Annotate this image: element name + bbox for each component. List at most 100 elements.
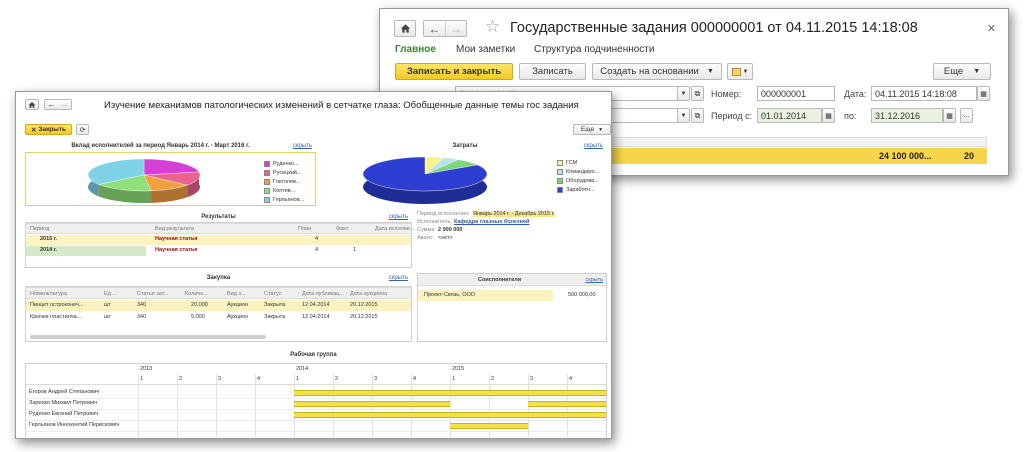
create-based-label: Создать на основании (600, 66, 699, 77)
contribution-pie-chart (87, 158, 201, 203)
second-field[interactable] (606, 108, 678, 123)
gantt-quarter: 2 (179, 376, 183, 382)
legend-swatch (557, 169, 563, 175)
save-close-button[interactable]: Записать и закрыть (395, 63, 513, 80)
back-arrow-icon[interactable]: ← (424, 22, 445, 36)
result-type: Научная статья (155, 236, 198, 242)
purchases-col-0: Номенклатура (30, 291, 67, 297)
purchases-col-7: Дата аукциона (350, 291, 388, 297)
info-executor-link[interactable]: Кафедра глазных болезней (454, 219, 529, 225)
close-icon[interactable]: ✕ (987, 22, 996, 35)
window-title: Государственные задания 000000001 от 04.… (510, 20, 918, 36)
purchases-panel: Закупка скрыть (25, 273, 412, 287)
info-executor-label: Исполнитель: (417, 219, 452, 225)
contribution-hide-link[interactable]: скрыть (293, 143, 312, 149)
refresh-button[interactable]: ⟳ (76, 124, 89, 135)
close-label: Закрыть (38, 126, 67, 133)
results-header: Период Вид результата План Факт Дата исп… (26, 223, 414, 234)
save-button[interactable]: Записать (519, 63, 586, 80)
close-x-icon: ✕ (30, 126, 37, 134)
home-button[interactable] (394, 20, 416, 37)
table-row[interactable]: Проект-Связь, ООО 500 000,00 (418, 290, 606, 301)
results-col-period: Период (30, 226, 50, 232)
legend-item: Русецкий... (273, 170, 302, 176)
more-button[interactable]: Еще ▼ (933, 63, 991, 80)
gantt-bar[interactable] (294, 412, 606, 418)
coexecutor-amount: 500 000,00 (568, 292, 596, 298)
print-menu-button[interactable]: ▼ (727, 63, 753, 80)
gantt-quarter: 4 (569, 376, 573, 382)
tab-main[interactable]: Главное (395, 44, 436, 55)
more-label: Еще (580, 126, 595, 133)
gantt-quarter: 4 (257, 376, 261, 382)
legend-item: Оборудова... (566, 178, 599, 184)
calendar-icon-to[interactable]: ▦ (943, 108, 956, 123)
ellipsis-button[interactable]: ... (960, 108, 973, 123)
gantt-year: 2014 (296, 366, 309, 372)
forward-arrow-icon[interactable]: → (58, 100, 71, 109)
purchases-col-3: Количе... (185, 291, 208, 297)
gantt-bar[interactable] (294, 390, 606, 396)
info-sum-label: Сумма: (417, 227, 436, 233)
table-row[interactable]: 2014 г. Научная статья 4 1 (26, 246, 411, 256)
expenses-chart-frame: ГСМ Командиро... Оборудова... Заработн... (323, 152, 607, 206)
legend-swatch (264, 197, 270, 203)
chevron-down-icon: ▼ (706, 68, 714, 75)
date-field[interactable]: 04.11.2015 14:18:08 (871, 86, 977, 101)
gantt-bar[interactable] (294, 401, 450, 407)
tab-structure[interactable]: Структура подчиненности (534, 44, 654, 55)
gantt-row-line (26, 431, 606, 432)
open-link-icon[interactable]: ⧉ (691, 86, 704, 101)
legend-item: ГСМ (566, 160, 578, 166)
legend-swatch (264, 179, 270, 185)
gantt-quarter: 3 (530, 376, 534, 382)
contribution-chart-frame: Руденко... Русецкий... Глеголев... Коптев..… (25, 152, 316, 206)
favorite-star-icon[interactable]: ☆ (485, 17, 500, 37)
create-based-button[interactable]: Создать на основании ▼ (592, 63, 722, 80)
legend-item: Коптев... (273, 188, 296, 194)
purchase-cell-3: 20,000 (191, 302, 208, 308)
purchases-hide-link[interactable]: скрыть (389, 275, 408, 281)
period-to-label: по: (844, 111, 857, 121)
contribution-legend: Руденко... Русецкий... Глеголев... Коптев..… (264, 161, 316, 205)
dropdown-icon-2[interactable]: ▼ (677, 108, 690, 123)
table-row[interactable]: Пинцет остроконеч... шт 340 20,000 Аукцион За… (26, 300, 411, 311)
forward-arrow-icon[interactable]: → (444, 21, 466, 36)
gantt-bar[interactable] (528, 401, 606, 407)
dropdown-icon[interactable]: ▼ (677, 86, 690, 101)
number-field[interactable]: 000000001 (757, 86, 835, 101)
expenses-hide-link[interactable]: скрыть (584, 143, 603, 149)
purchase-cell-4: Аукцион (227, 314, 249, 320)
workgroup-title: Рабочая группа (290, 352, 337, 358)
table-row[interactable]: Крючки пластинча... шт 340 5,000 Аукцион Закр… (26, 312, 411, 323)
purchase-cell-5: Закрыта (264, 314, 286, 320)
coexecutors-hide-link[interactable]: скрыть (585, 277, 603, 283)
home-button[interactable] (25, 99, 39, 110)
close-button[interactable]: ✕ Закрыть (25, 124, 72, 135)
back-arrow-icon[interactable]: ← (45, 100, 58, 109)
open-link-icon-2[interactable]: ⧉ (691, 108, 704, 123)
calendar-icon[interactable]: ▦ (977, 86, 990, 101)
period-from-field[interactable]: 01.01.2014 (757, 108, 822, 123)
total-row[interactable]: 24 100 000... 20 (607, 148, 987, 164)
horizontal-scrollbar[interactable] (30, 335, 266, 339)
tab-notes[interactable]: Мои заметки (456, 44, 515, 55)
expenses-legend: ГСМ Командиро... Оборудова... Заработн... (557, 160, 609, 204)
coexecutors-title: Соисполнители (478, 277, 522, 283)
table-row[interactable]: 2015 г. Научная статья 4 (26, 235, 411, 245)
gantt-bar[interactable] (450, 423, 528, 429)
total-count: 20 (964, 151, 975, 161)
gantt-quarter: 2 (335, 376, 339, 382)
period-to-field[interactable]: 31.12.2016 (871, 108, 943, 123)
gantt-quarter: 3 (374, 376, 378, 382)
gantt-person: Заренко Михаил Петрович (29, 400, 98, 406)
gantt-row-line (26, 420, 606, 421)
info-advance-value: <нет> (438, 235, 453, 241)
calendar-icon-from[interactable]: ▦ (822, 108, 835, 123)
info-period-value: Январь 2014 г. - Декабрь 2015 г. (473, 211, 555, 217)
more-button[interactable]: Еще ▼ (573, 124, 611, 135)
home-icon (28, 101, 36, 108)
purchase-cell-6: 12.04.2014 (302, 302, 330, 308)
results-hide-link[interactable]: скрыть (389, 214, 408, 220)
gantt-quarter: 2 (491, 376, 495, 382)
